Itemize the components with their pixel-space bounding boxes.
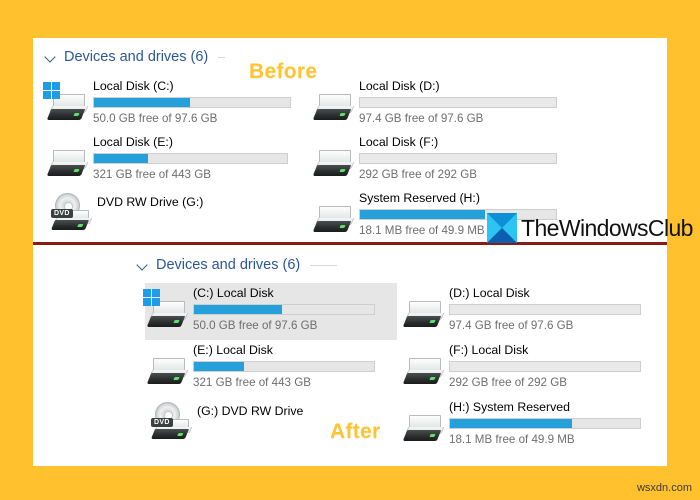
- drive-capacity-text: 50.0 GB free of 97.6 GB: [93, 112, 218, 125]
- drive-name: Local Disk (E:): [93, 135, 173, 149]
- drive-tile[interactable]: (E:) Local Disk 321 GB free of 443 GB: [145, 340, 397, 397]
- capacity-bar: [93, 153, 288, 164]
- drive-tile[interactable]: DVD (G:) DVD RW Drive: [149, 397, 401, 447]
- drive-name: System Reserved (H:): [359, 191, 480, 205]
- capacity-bar: [449, 304, 641, 315]
- drive-tile[interactable]: (H:) System Reserved 18.1 MB free of 49.…: [401, 397, 663, 454]
- hard-drive-icon: [401, 348, 449, 392]
- drive-name: (F:) Local Disk: [449, 343, 529, 357]
- drive-tile[interactable]: Local Disk (C:) 50.0 GB free of 97.6 GB: [43, 76, 315, 132]
- drive-capacity-text: 18.1 MB free of 49.9 MB: [449, 433, 575, 446]
- drive-capacity-text: 50.0 GB free of 97.6 GB: [193, 319, 318, 332]
- dvd-drive-icon: DVD: [49, 193, 97, 240]
- hard-drive-windows-icon: [43, 82, 93, 128]
- drive-capacity-text: 292 GB free of 292 GB: [449, 376, 567, 389]
- drive-name: Local Disk (F:): [359, 135, 439, 149]
- site-watermark: wsxdn.com: [636, 482, 692, 494]
- drive-tile[interactable]: (F:) Local Disk 292 GB free of 292 GB: [401, 340, 663, 397]
- drive-capacity-text: 97.4 GB free of 97.6 GB: [359, 112, 484, 125]
- hard-drive-icon: [311, 196, 359, 240]
- hard-drive-icon: [145, 348, 193, 392]
- drive-name: (E:) Local Disk: [193, 343, 273, 357]
- drive-capacity-text: 97.4 GB free of 97.6 GB: [449, 319, 574, 332]
- dvd-label: DVD: [51, 209, 73, 218]
- hard-drive-icon: [401, 291, 449, 335]
- dvd-drive-icon: DVD: [149, 402, 197, 449]
- capacity-bar: [93, 97, 291, 108]
- windows-logo-icon: [43, 82, 60, 99]
- capacity-bar: [449, 418, 641, 429]
- hard-drive-windows-icon: [143, 289, 193, 335]
- capacity-bar: [359, 97, 557, 108]
- chevron-down-icon[interactable]: [137, 259, 149, 271]
- drive-capacity-text: 321 GB free of 443 GB: [193, 376, 311, 389]
- drive-name: Local Disk (D:): [359, 79, 440, 93]
- drive-capacity-text: 292 GB free of 292 GB: [359, 168, 477, 181]
- capacity-bar: [193, 361, 375, 372]
- capacity-bar: [359, 153, 557, 164]
- drive-tile[interactable]: (C:) Local Disk 50.0 GB free of 97.6 GB: [143, 283, 397, 340]
- drive-tile[interactable]: Local Disk (D:) 97.4 GB free of 97.6 GB: [311, 76, 581, 132]
- drive-tile[interactable]: DVD DVD RW Drive (G:): [49, 188, 319, 238]
- thewindowsclub-logo-icon: [487, 213, 517, 243]
- chevron-down-icon[interactable]: [45, 51, 57, 63]
- hard-drive-icon: [311, 84, 359, 128]
- drive-name: DVD RW Drive (G:): [97, 195, 204, 209]
- after-group-header[interactable]: Devices and drives (6): [137, 257, 337, 273]
- thewindowsclub-watermark: TheWindowsClub: [487, 213, 693, 243]
- before-group-header[interactable]: Devices and drives (6): [45, 49, 225, 65]
- drive-tile[interactable]: (D:) Local Disk 97.4 GB free of 97.6 GB: [401, 283, 663, 340]
- drive-name: (C:) Local Disk: [193, 286, 274, 300]
- drive-tile[interactable]: Local Disk (F:) 292 GB free of 292 GB: [311, 132, 581, 188]
- drive-name: Local Disk (C:): [93, 79, 174, 93]
- drive-capacity-text: 321 GB free of 443 GB: [93, 168, 211, 181]
- capacity-bar: [193, 304, 375, 315]
- before-group-header-label: Devices and drives (6): [64, 49, 209, 65]
- hard-drive-icon: [45, 140, 93, 184]
- drive-name: (H:) System Reserved: [449, 400, 570, 414]
- drive-name: (D:) Local Disk: [449, 286, 530, 300]
- windows-logo-icon: [143, 289, 160, 306]
- thewindowsclub-brand-text: TheWindowsClub: [521, 214, 693, 241]
- drive-name: (G:) DVD RW Drive: [197, 404, 304, 418]
- after-group-header-label: Devices and drives (6): [156, 257, 301, 273]
- hard-drive-icon: [311, 140, 359, 184]
- group-rule: [310, 264, 337, 266]
- group-rule: [218, 56, 225, 58]
- capacity-bar: [449, 361, 641, 372]
- hard-drive-icon: [401, 405, 449, 449]
- drive-tile[interactable]: Local Disk (E:) 321 GB free of 443 GB: [45, 132, 315, 188]
- dvd-label: DVD: [151, 418, 173, 427]
- explorer-panel: Devices and drives (6) Before Local Disk…: [33, 38, 667, 466]
